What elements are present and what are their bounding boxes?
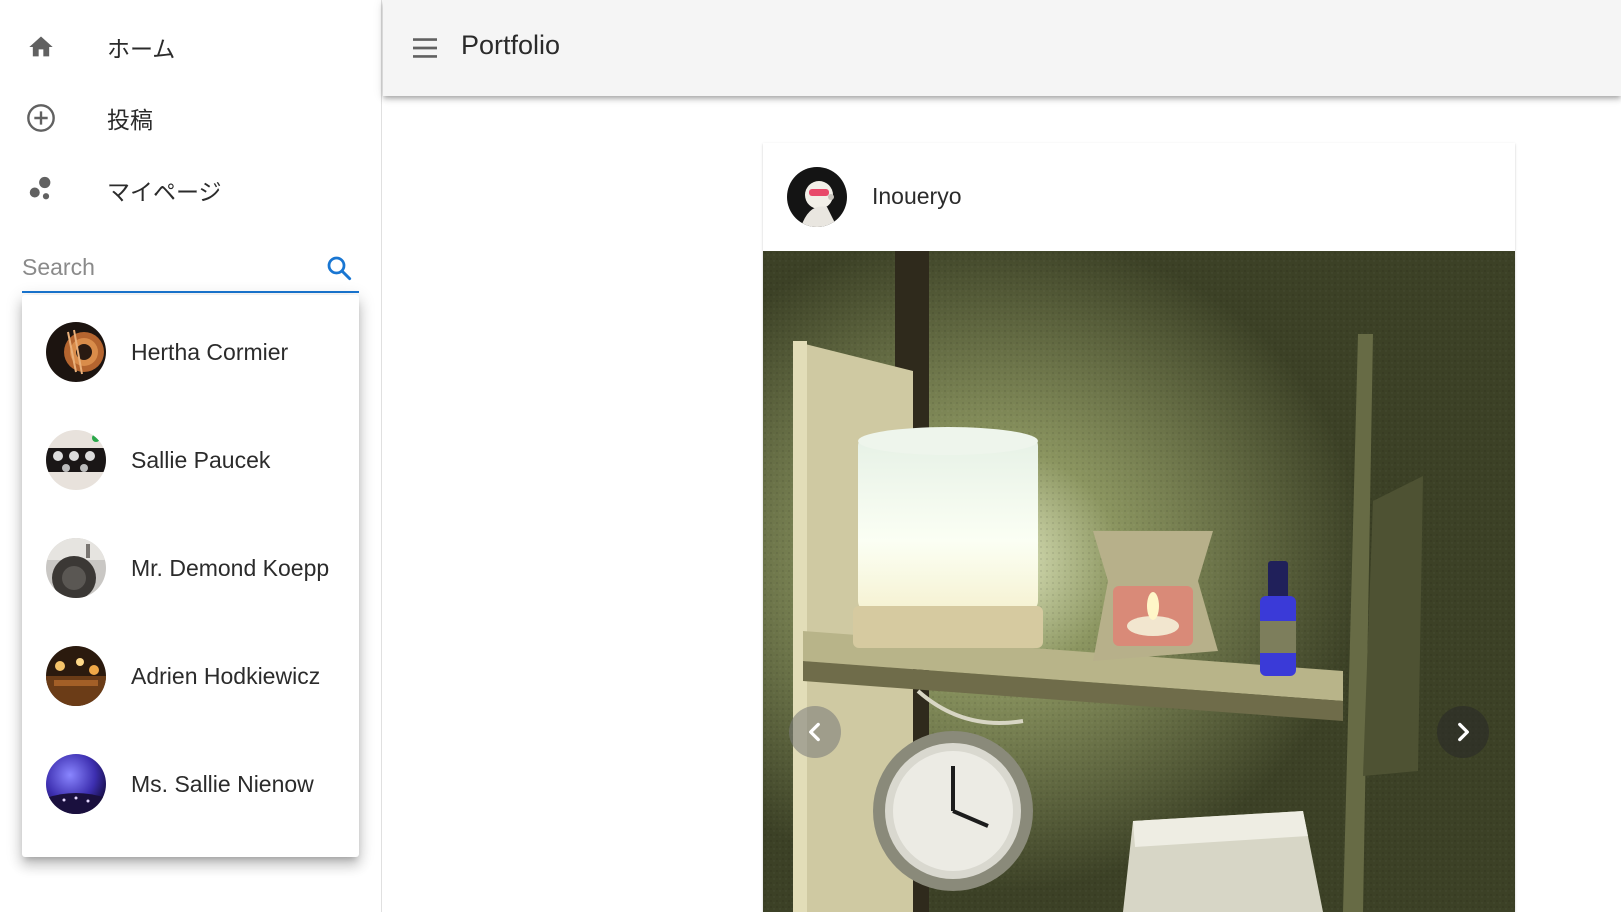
sidebar-item-label: 投稿 bbox=[107, 107, 153, 133]
sidebar-item-home[interactable]: ホーム bbox=[0, 14, 382, 80]
result-name: Ms. Sallie Nienow bbox=[131, 770, 314, 797]
search-result-item[interactable]: Mr. Demond Koepp bbox=[22, 514, 359, 622]
avatar bbox=[46, 754, 106, 814]
result-name: Sallie Paucek bbox=[131, 446, 271, 473]
search-result-item[interactable]: Hertha Cormier bbox=[22, 298, 359, 406]
search-result-item[interactable]: Adrien Hodkiewicz bbox=[22, 622, 359, 730]
app-bar: Portfolio bbox=[383, 0, 1621, 96]
sidebar-item-mypage[interactable]: マイページ bbox=[0, 157, 382, 223]
result-name: Hertha Cormier bbox=[131, 338, 289, 365]
sidebar-item-label: ホーム bbox=[107, 36, 176, 62]
page-title: Portfolio bbox=[461, 30, 561, 60]
search-result-item[interactable]: Ms. Sallie Nienow bbox=[22, 730, 359, 838]
carousel-prev-button[interactable] bbox=[789, 706, 841, 758]
search-result-item[interactable]: Sallie Paucek bbox=[22, 406, 359, 514]
avatar bbox=[46, 538, 106, 598]
avatar bbox=[46, 430, 106, 490]
post-photo bbox=[763, 251, 1515, 912]
post-username[interactable]: Inoueryo bbox=[872, 183, 962, 210]
avatar bbox=[46, 646, 106, 706]
search-results-dropdown: Hertha Cormier Sallie Paucek Mr. Demond … bbox=[22, 295, 359, 857]
avatar bbox=[46, 322, 106, 382]
avatar[interactable] bbox=[787, 167, 847, 227]
search-icon[interactable] bbox=[323, 252, 355, 284]
search-field bbox=[22, 244, 359, 293]
post-header: Inoueryo bbox=[763, 143, 1515, 251]
home-icon bbox=[25, 31, 57, 63]
sidebar-item-post[interactable]: 投稿 bbox=[0, 85, 382, 151]
carousel-next-button[interactable] bbox=[1437, 706, 1489, 758]
search-input[interactable] bbox=[22, 248, 312, 286]
post-card: Inoueryo bbox=[763, 143, 1515, 912]
sidebar-item-label: マイページ bbox=[107, 179, 222, 205]
chevron-right-icon bbox=[1458, 722, 1469, 742]
bubble-chart-icon bbox=[25, 174, 57, 206]
add-circle-icon bbox=[25, 102, 57, 134]
post-image-carousel bbox=[763, 251, 1515, 912]
result-name: Mr. Demond Koepp bbox=[131, 554, 330, 581]
result-name: Adrien Hodkiewicz bbox=[131, 662, 321, 689]
chevron-left-icon bbox=[809, 722, 820, 742]
menu-icon[interactable] bbox=[407, 30, 443, 66]
sidebar: ホーム 投稿 マイページ Hertha Cormie bbox=[0, 0, 382, 912]
app-root: ホーム 投稿 マイページ Hertha Cormie bbox=[0, 0, 1621, 912]
